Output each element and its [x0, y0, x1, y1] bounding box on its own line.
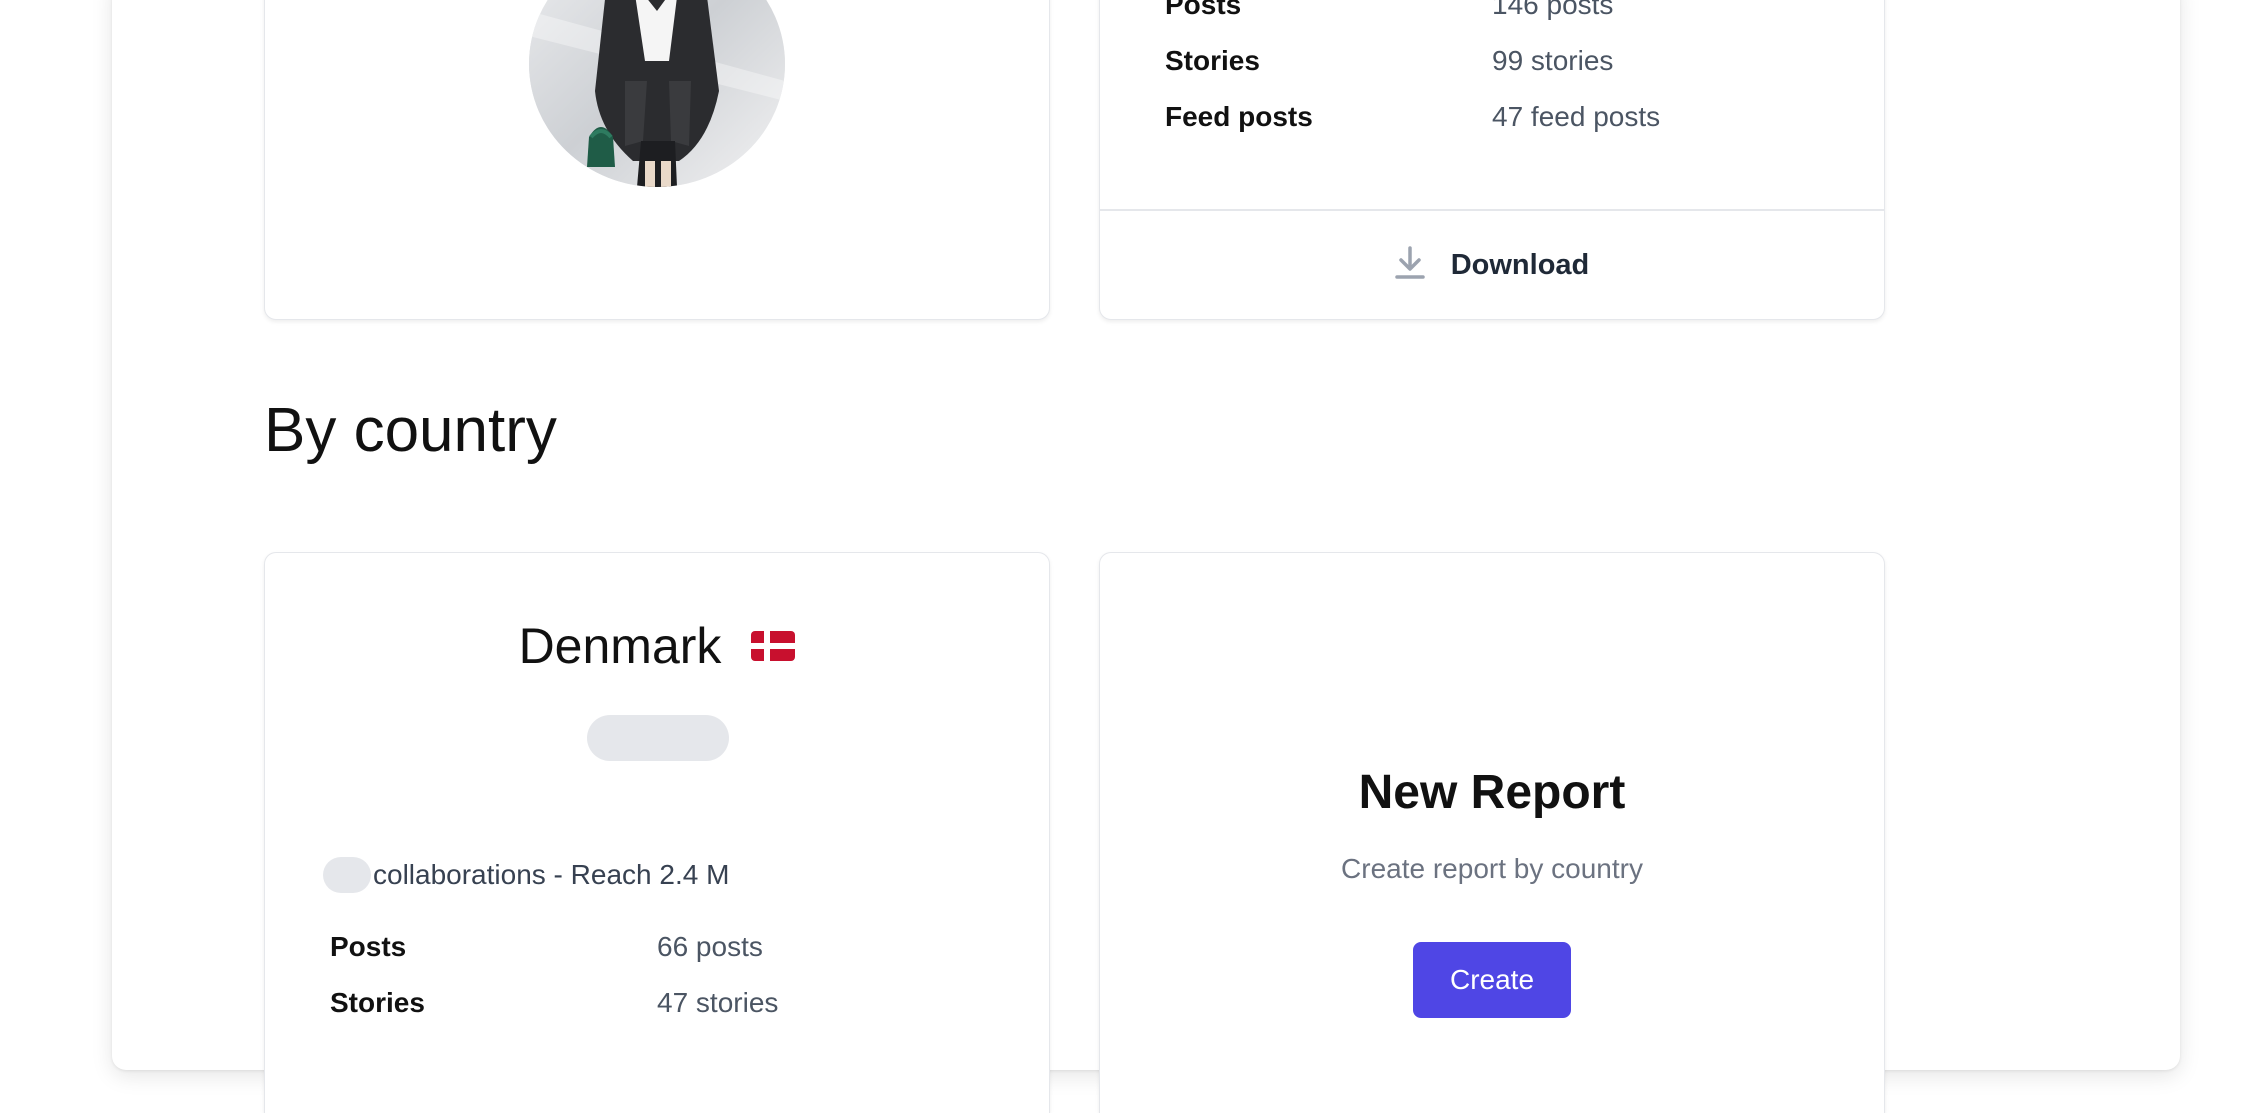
country-card[interactable]: Denmark collaborations - Reach 2.4 M Pos… — [264, 552, 1050, 1113]
stat-label: Posts — [330, 931, 407, 962]
stat-value: 146 posts — [1492, 0, 1614, 20]
profile-card — [264, 0, 1050, 320]
profile-avatar — [529, 0, 785, 187]
stat-label: Stories — [1165, 45, 1260, 76]
stat-label: Feed posts — [1165, 101, 1313, 132]
stat-value: 47 stories — [657, 987, 779, 1018]
new-report-subtitle: Create report by country — [1341, 853, 1643, 884]
section-title: By country — [264, 396, 557, 465]
new-report-card: New Report Create report by country Crea… — [1099, 552, 1885, 1113]
create-report-button[interactable]: Create — [1413, 942, 1571, 1018]
collaborations-summary: collaborations - Reach 2.4 M — [323, 857, 729, 893]
new-report-title: New Report — [1358, 766, 1626, 819]
loading-placeholder — [587, 715, 729, 761]
download-icon — [1394, 245, 1425, 285]
stat-label: Posts — [1165, 0, 1242, 20]
stat-value: 66 posts — [657, 931, 763, 962]
denmark-flag-icon — [751, 617, 796, 675]
download-button[interactable]: Download — [1100, 211, 1884, 319]
stat-value: 99 stories — [1492, 45, 1614, 76]
stats-card: Posts 146 posts Stories 99 stories Feed … — [1099, 0, 1885, 320]
download-label: Download — [1450, 248, 1590, 281]
stat-label: Stories — [330, 987, 425, 1018]
content-panel: Posts 146 posts Stories 99 stories Feed … — [112, 0, 2180, 1113]
count-placeholder — [323, 857, 371, 893]
country-name: Denmark — [518, 618, 722, 674]
stat-value: 47 feed posts — [1492, 101, 1661, 132]
collaborations-text: collaborations - Reach 2.4 M — [373, 859, 730, 890]
country-heading: Denmark — [265, 617, 1049, 679]
